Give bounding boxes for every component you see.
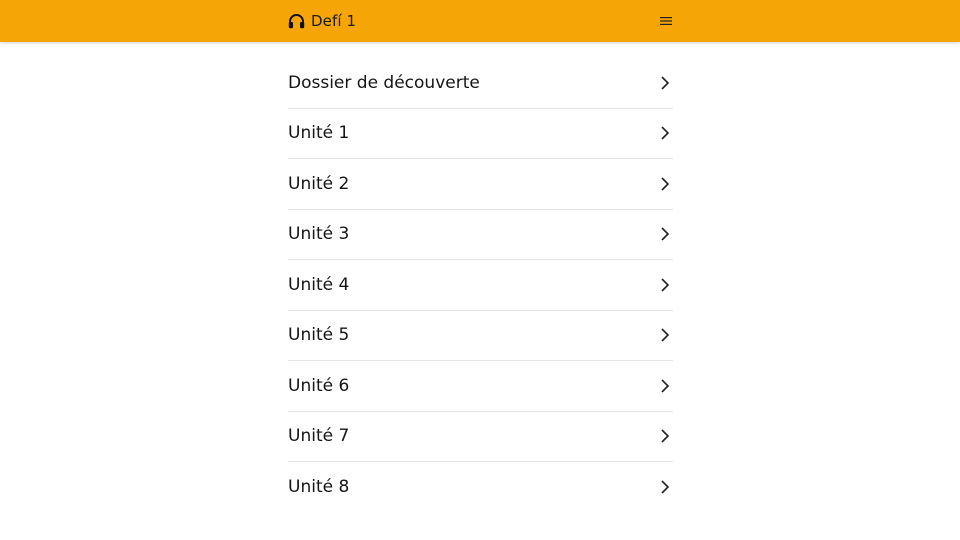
list-item-unite-5[interactable]: Unité 5 [288,311,673,361]
top-app-bar: Defí 1 [0,0,960,42]
list-item-label: Unité 8 [288,477,350,498]
list-item-unite-8[interactable]: Unité 8 [288,462,673,513]
list-item-label: Unité 1 [288,123,350,144]
chevron-right-icon [660,378,670,394]
list-item-label: Unité 2 [288,173,350,194]
list-item-label: Unité 7 [288,426,350,447]
chevron-right-icon [660,428,670,444]
list-item-unite-4[interactable]: Unité 4 [288,260,673,311]
chevron-right-icon [660,327,670,343]
list-item-label: Unité 4 [288,274,350,295]
chevron-right-icon [660,479,670,495]
list-item-unite-7[interactable]: Unité 7 [288,412,673,462]
chevron-right-icon [660,125,670,141]
chevron-right-icon [660,226,670,242]
list-item-label: Unité 5 [288,325,350,346]
top-app-bar-content: Defí 1 [288,0,673,42]
chevron-right-icon [660,277,670,293]
chevron-right-icon [660,75,670,91]
app-brand[interactable]: Defí 1 [288,12,356,30]
app-title: Defí 1 [311,12,357,30]
headphones-icon [288,13,305,29]
menu-button[interactable] [659,14,673,28]
list-item-unite-6[interactable]: Unité 6 [288,361,673,412]
list-item-dossier-de-decouverte[interactable]: Dossier de découverte [288,58,673,109]
list-item-unite-2[interactable]: Unité 2 [288,159,673,210]
list-item-unite-1[interactable]: Unité 1 [288,109,673,159]
unit-list: Dossier de découverte Unité 1 Unité 2 Un… [288,58,673,513]
list-item-unite-3[interactable]: Unité 3 [288,210,673,260]
chevron-right-icon [660,176,670,192]
list-item-label: Dossier de découverte [288,72,480,93]
list-item-label: Unité 3 [288,224,350,245]
list-item-label: Unité 6 [288,375,350,396]
hamburger-menu-icon [660,16,672,26]
